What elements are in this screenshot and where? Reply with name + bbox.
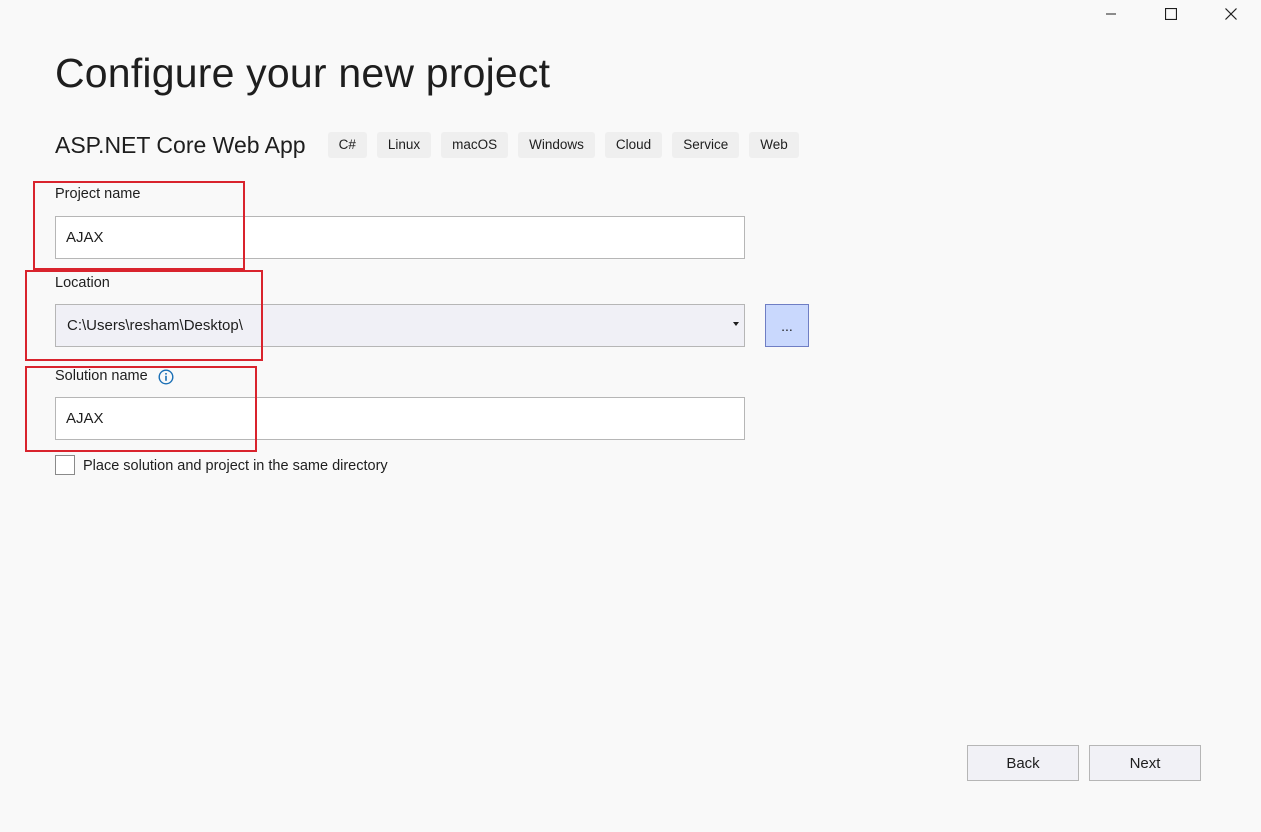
- info-icon[interactable]: [158, 369, 174, 385]
- location-value: C:\Users\resham\Desktop\: [67, 317, 243, 334]
- window-controls: [1081, 0, 1261, 28]
- tag-csharp: C#: [327, 132, 367, 158]
- maximize-button[interactable]: [1141, 0, 1201, 28]
- close-icon: [1225, 8, 1237, 20]
- location-label: Location: [55, 275, 110, 291]
- next-button[interactable]: Next: [1089, 745, 1201, 781]
- maximize-icon: [1165, 8, 1177, 20]
- tag-service: Service: [672, 132, 740, 158]
- minimize-button[interactable]: [1081, 0, 1141, 28]
- minimize-icon: [1106, 13, 1116, 15]
- solution-name-input[interactable]: [55, 397, 745, 440]
- browse-location-button[interactable]: ...: [765, 304, 809, 347]
- page-title: Configure your new project: [55, 50, 551, 96]
- template-name: ASP.NET Core Web App: [55, 131, 306, 158]
- project-name-label: Project name: [55, 186, 141, 202]
- tag-macos: macOS: [441, 132, 509, 158]
- template-info: ASP.NET Core Web App C# Linux macOS Wind…: [55, 130, 809, 160]
- location-combobox[interactable]: C:\Users\resham\Desktop\: [55, 304, 745, 347]
- tag-cloud: Cloud: [604, 132, 663, 158]
- tag-web: Web: [749, 132, 799, 158]
- close-button[interactable]: [1201, 0, 1261, 28]
- tag-windows: Windows: [518, 132, 595, 158]
- tag-linux: Linux: [376, 132, 432, 158]
- project-name-input[interactable]: [55, 216, 745, 259]
- back-button[interactable]: Back: [967, 745, 1079, 781]
- solution-name-label: Solution name: [55, 368, 148, 384]
- chevron-down-icon[interactable]: [733, 322, 739, 326]
- same-directory-label[interactable]: Place solution and project in the same d…: [83, 458, 388, 474]
- same-directory-checkbox[interactable]: [55, 455, 75, 475]
